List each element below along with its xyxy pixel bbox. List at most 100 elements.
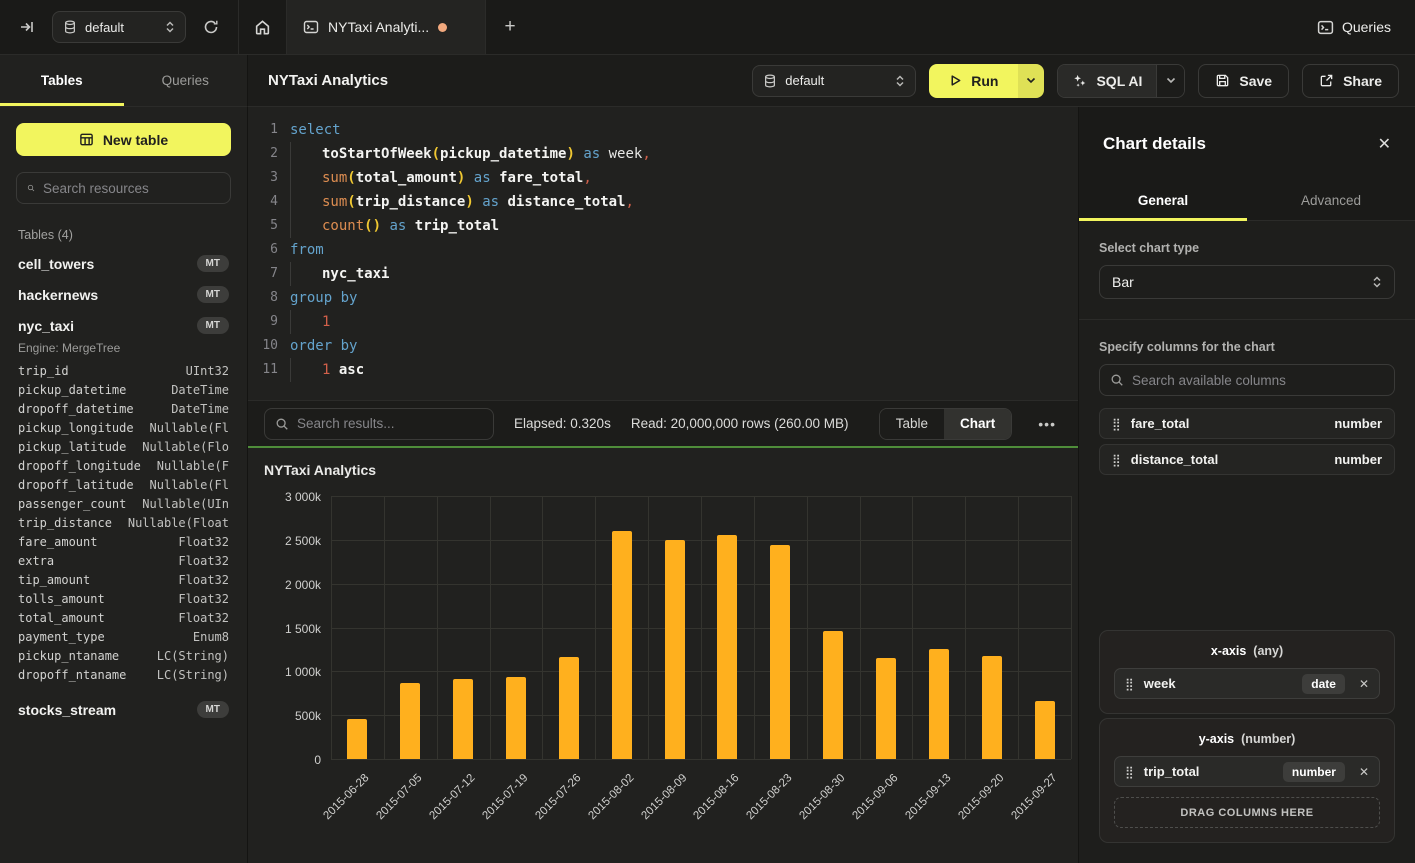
column-type: Float32 (178, 535, 229, 549)
chart-bar[interactable] (612, 531, 632, 759)
table-row-hackernews[interactable]: hackernewsMT (16, 279, 231, 310)
drag-handle-icon[interactable]: ⣿ (1112, 418, 1121, 430)
column-type: Float32 (178, 554, 229, 568)
column-type: Enum8 (193, 630, 229, 644)
chart-bar[interactable] (1035, 701, 1055, 759)
chart-bar[interactable] (982, 656, 1002, 759)
column-name: distance_total (1131, 452, 1218, 467)
collapse-sidebar-icon[interactable] (12, 12, 42, 42)
close-icon[interactable]: ✕ (1378, 134, 1391, 154)
chart-bar[interactable] (400, 683, 420, 759)
chart-bar[interactable] (929, 649, 949, 759)
chart-bar[interactable] (665, 540, 685, 759)
more-options-icon[interactable]: ••• (1032, 412, 1062, 436)
remove-icon[interactable]: ✕ (1359, 765, 1369, 779)
chart-type-select[interactable]: Bar (1099, 265, 1395, 299)
line-number: 8 (248, 286, 278, 310)
view-toggle: Table Chart (879, 408, 1013, 440)
toggle-chart[interactable]: Chart (944, 409, 1011, 439)
column-type: Nullable(Fl (150, 421, 229, 435)
tab-advanced[interactable]: Advanced (1247, 181, 1415, 220)
share-button[interactable]: Share (1302, 64, 1399, 98)
columns-search[interactable] (1099, 364, 1395, 396)
y-tick-label: 0 (314, 753, 321, 767)
table-name: nyc_taxi (18, 318, 74, 334)
x-axis-item-week[interactable]: ⣿weekdate✕ (1114, 668, 1380, 699)
remove-icon[interactable]: ✕ (1359, 677, 1369, 691)
queries-button[interactable]: Queries (1293, 0, 1415, 54)
column-type: Nullable(Fl (150, 478, 229, 492)
results-search-input[interactable] (297, 416, 483, 431)
column-row: total_amountFloat32 (16, 608, 231, 627)
drag-handle-icon[interactable]: ⣿ (1125, 678, 1134, 690)
column-row: trip_idUInt32 (16, 361, 231, 380)
column-name: pickup_ntaname (18, 649, 119, 663)
table-row-stocks_stream[interactable]: stocks_streamMT (16, 694, 231, 725)
sidebar-search-input[interactable] (43, 181, 220, 196)
sidebar: New table Tables (4) cell_towersMThacker… (0, 107, 248, 863)
top-bar: default NYTaxi Analyti... + Queries (0, 0, 1415, 55)
column-row: pickup_longitudeNullable(Fl (16, 418, 231, 437)
sidebar-tab-tables[interactable]: Tables (0, 55, 124, 106)
elapsed-time: Elapsed: 0.320s (514, 416, 611, 431)
chevron-updown-icon (895, 75, 905, 87)
line-number: 6 (248, 238, 278, 262)
table-row-nyc_taxi[interactable]: nyc_taxiMT (16, 310, 231, 341)
sql-editor[interactable]: 1select2toStartOfWeek(pickup_datetime) a… (248, 107, 1078, 400)
sidebar-search[interactable] (16, 172, 231, 204)
y-axis-item-trip_total[interactable]: ⣿trip_totalnumber✕ (1114, 756, 1380, 787)
columns-search-input[interactable] (1132, 373, 1384, 388)
chart-bar[interactable] (559, 657, 579, 759)
save-button[interactable]: Save (1198, 64, 1289, 98)
chart-bar[interactable] (506, 677, 526, 759)
drag-columns-dropzone[interactable]: DRAG COLUMNS HERE (1114, 797, 1380, 828)
table-engine: Engine: MergeTree (16, 341, 231, 361)
sql-ai-options-button[interactable] (1156, 65, 1184, 97)
column-row: dropoff_ntanameLC(String) (16, 665, 231, 684)
column-type: DateTime (171, 383, 229, 397)
chart-plot-area: 0500k1 000k1 500k2 000k2 500k3 000k2015-… (264, 486, 1062, 863)
chart-bar[interactable] (347, 719, 367, 759)
chart-details-tabs: General Advanced (1079, 181, 1415, 221)
queries-label: Queries (1342, 19, 1391, 35)
gridline-v (542, 496, 543, 759)
chart-bar[interactable] (876, 658, 896, 759)
search-icon (27, 181, 35, 195)
code-text: toStartOfWeek(pickup_datetime) as week, (290, 142, 1078, 166)
gridline-v (965, 496, 966, 759)
code-line: 4sum(trip_distance) as distance_total, (248, 190, 1078, 214)
code-line: 1select (248, 118, 1078, 142)
column-type: LC(String) (157, 649, 229, 663)
database-selector-main[interactable]: default (752, 65, 916, 97)
chart-panel: NYTaxi Analytics 0500k1 000k1 500k2 000k… (248, 446, 1078, 863)
new-tab-button[interactable]: + (486, 0, 534, 54)
run-options-button[interactable] (1018, 64, 1044, 98)
refresh-icon[interactable] (196, 12, 226, 42)
sidebar-tab-queries[interactable]: Queries (124, 55, 248, 106)
drag-handle-icon[interactable]: ⣿ (1125, 766, 1134, 778)
results-search[interactable] (264, 408, 494, 440)
new-table-button[interactable]: New table (16, 123, 231, 156)
chart-bar[interactable] (823, 631, 843, 759)
database-selector[interactable]: default (52, 11, 186, 43)
query-toolbar: NYTaxi Analytics default Run SQL AI (248, 55, 1415, 107)
code-line: 6from (248, 238, 1078, 262)
chart-type-value: Bar (1112, 274, 1134, 290)
run-button[interactable]: Run (929, 64, 1018, 98)
available-column-distance_total[interactable]: ⣿distance_totalnumber (1099, 444, 1395, 475)
chart-bar[interactable] (453, 679, 473, 759)
table-name: hackernews (18, 287, 98, 303)
chart-bar[interactable] (770, 545, 790, 759)
column-row: pickup_latitudeNullable(Flo (16, 437, 231, 456)
table-row-cell_towers[interactable]: cell_towersMT (16, 248, 231, 279)
available-column-fare_total[interactable]: ⣿fare_totalnumber (1099, 408, 1395, 439)
tab-nytaxi-analytics[interactable]: NYTaxi Analyti... (286, 0, 486, 54)
home-tab[interactable] (239, 0, 286, 54)
tab-general[interactable]: General (1079, 181, 1247, 220)
y-axis-title: y-axis(number) (1114, 731, 1380, 746)
drag-handle-icon[interactable]: ⣿ (1112, 454, 1121, 466)
sql-ai-button-group: SQL AI (1057, 64, 1185, 98)
toggle-table[interactable]: Table (880, 409, 944, 439)
sql-ai-button[interactable]: SQL AI (1058, 65, 1156, 97)
chart-bar[interactable] (717, 535, 737, 759)
